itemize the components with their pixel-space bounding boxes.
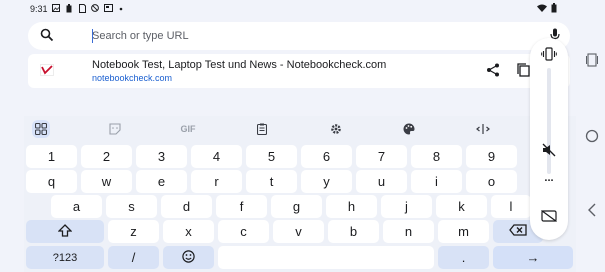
emoji-icon	[182, 249, 195, 266]
key-v[interactable]: v	[273, 220, 324, 243]
back-icon[interactable]	[584, 202, 600, 218]
apps-grid-icon[interactable]	[32, 120, 50, 138]
key-d[interactable]: d	[161, 195, 212, 218]
key-a[interactable]: a	[51, 195, 102, 218]
slash-key[interactable]: /	[108, 246, 159, 269]
vibrate-icon[interactable]	[539, 44, 559, 64]
status-right-icons	[537, 3, 557, 15]
key-u[interactable]: u	[356, 170, 407, 193]
search-icon	[40, 28, 54, 47]
home-icon[interactable]	[584, 128, 600, 144]
key-8[interactable]: 8	[411, 145, 462, 168]
symbols-key[interactable]: ?123	[26, 246, 104, 269]
text-cursor	[92, 29, 93, 43]
status-time: 9:31	[30, 4, 48, 14]
key-w[interactable]: w	[81, 170, 132, 193]
volume-panel: ...	[530, 38, 568, 240]
key-9[interactable]: 9	[466, 145, 517, 168]
key-4[interactable]: 4	[191, 145, 242, 168]
key-m[interactable]: m	[438, 220, 489, 243]
clipboard-icon[interactable]	[256, 120, 268, 138]
key-c[interactable]: c	[218, 220, 269, 243]
sim-icon	[78, 4, 86, 13]
gif-button[interactable]: GIF	[179, 120, 197, 138]
theme-palette-icon[interactable]	[403, 120, 415, 138]
key-6[interactable]: 6	[301, 145, 352, 168]
key-r[interactable]: r	[191, 170, 242, 193]
key-1[interactable]: 1	[26, 145, 77, 168]
suggestion-url: notebookcheck.com	[92, 73, 173, 83]
key-7[interactable]: 7	[356, 145, 407, 168]
shift-key[interactable]	[26, 220, 104, 243]
key-j[interactable]: j	[381, 195, 432, 218]
suggestion-title: Notebook Test, Laptop Test und News - No…	[92, 59, 387, 71]
notebookcheck-favicon-icon	[40, 63, 54, 76]
key-k[interactable]: k	[436, 195, 487, 218]
battery-icon	[551, 3, 557, 15]
key-2[interactable]: 2	[81, 145, 132, 168]
wifi-icon	[537, 4, 547, 14]
key-e[interactable]: e	[136, 170, 187, 193]
key-q[interactable]: q	[26, 170, 77, 193]
status-bar: 9:31	[0, 0, 605, 18]
emoji-key[interactable]	[163, 246, 214, 269]
key-s[interactable]: s	[106, 195, 157, 218]
period-key[interactable]: .	[438, 246, 489, 269]
key-b[interactable]: b	[328, 220, 379, 243]
status-left-icons	[52, 4, 125, 13]
volume-muted-icon[interactable]	[539, 140, 559, 160]
key-3[interactable]: 3	[136, 145, 187, 168]
shift-icon	[57, 223, 73, 240]
key-n[interactable]: n	[383, 220, 434, 243]
image-icon	[52, 4, 60, 13]
keyboard: GIF 1 2 3 4 5 6 7 8 9 q w e r t y u i o …	[24, 116, 576, 272]
share-icon[interactable]	[486, 63, 500, 82]
key-g[interactable]: g	[271, 195, 322, 218]
settings-gear-icon[interactable]	[330, 120, 342, 138]
space-key[interactable]	[218, 246, 434, 269]
backspace-icon	[509, 224, 527, 239]
captions-off-icon[interactable]	[539, 206, 559, 226]
omnibox[interactable]	[28, 22, 570, 50]
copy-icon[interactable]	[516, 63, 530, 82]
key-l[interactable]: l	[491, 195, 531, 218]
volume-more-options[interactable]: ...	[539, 168, 559, 188]
navigation-bar	[578, 0, 605, 272]
suggestion-row[interactable]: Notebook Test, Laptop Test und News - No…	[28, 54, 570, 88]
key-h[interactable]: h	[326, 195, 377, 218]
key-f[interactable]: f	[216, 195, 267, 218]
key-t[interactable]: t	[246, 170, 297, 193]
dnd-icon	[91, 4, 99, 13]
key-o[interactable]: o	[466, 170, 517, 193]
enter-key[interactable]: →	[493, 246, 573, 269]
keyboard-toolbar: GIF	[24, 116, 576, 142]
key-x[interactable]: x	[163, 220, 214, 243]
dot-icon	[117, 4, 125, 13]
recents-icon[interactable]	[584, 52, 600, 68]
key-z[interactable]: z	[108, 220, 159, 243]
url-input[interactable]	[92, 27, 472, 45]
sticker-icon[interactable]	[108, 120, 122, 138]
key-i[interactable]: i	[411, 170, 462, 193]
screenshot-icon	[104, 4, 113, 13]
text-cursor-control-icon[interactable]	[476, 120, 490, 138]
battery-saver-icon	[65, 4, 73, 13]
key-5[interactable]: 5	[246, 145, 297, 168]
key-y[interactable]: y	[301, 170, 352, 193]
